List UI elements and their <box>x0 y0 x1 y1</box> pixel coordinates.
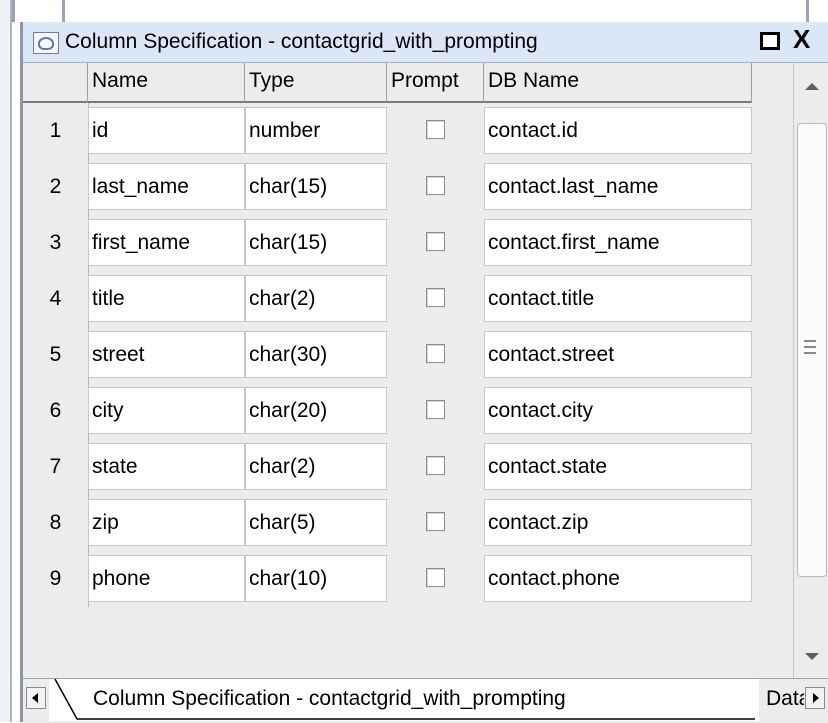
cell-name[interactable]: title <box>88 275 245 322</box>
left-splitter[interactable] <box>0 0 12 722</box>
cell-db-name[interactable]: contact.first_name <box>484 219 752 266</box>
prompt-checkbox[interactable] <box>426 288 445 307</box>
row-number: 3 <box>23 215 89 271</box>
cell-prompt[interactable] <box>387 331 484 378</box>
cell-prompt[interactable] <box>387 275 484 322</box>
vertical-scrollbar[interactable] <box>793 63 828 678</box>
maximize-button[interactable] <box>760 32 780 50</box>
cell-name[interactable]: zip <box>88 499 245 546</box>
column-grid: Name Type Prompt DB Name 1 id number contac… <box>23 63 793 678</box>
tab-column-specification[interactable]: Column Specification - contactgrid_with_… <box>49 679 759 721</box>
cell-db-name[interactable]: contact.title <box>484 275 752 322</box>
cell-db-name[interactable]: contact.zip <box>484 499 752 546</box>
cell-name[interactable]: street <box>88 331 245 378</box>
cell-prompt[interactable] <box>387 387 484 434</box>
cell-name[interactable]: phone <box>88 555 245 602</box>
cell-prompt[interactable] <box>387 163 484 210</box>
row-number: 5 <box>23 327 89 383</box>
cell-type[interactable]: char(2) <box>245 443 387 490</box>
row-number: 8 <box>23 495 89 551</box>
cell-type[interactable]: char(10) <box>245 555 387 602</box>
scroll-grip-icon <box>804 340 816 354</box>
cell-db-name[interactable]: contact.last_name <box>484 163 752 210</box>
close-button[interactable]: X <box>793 24 810 55</box>
window-titlebar[interactable]: Column Specification - contactgrid_with_… <box>23 22 828 63</box>
row-number: 9 <box>23 551 89 607</box>
column-header-db-name[interactable]: DB Name <box>484 63 752 103</box>
cell-db-name[interactable]: contact.state <box>484 443 752 490</box>
cell-name[interactable]: city <box>88 387 245 434</box>
tab-data[interactable]: Data <box>758 679 804 721</box>
cell-prompt[interactable] <box>387 107 484 154</box>
cell-prompt[interactable] <box>387 219 484 266</box>
cell-name[interactable]: first_name <box>88 219 245 266</box>
cell-type[interactable]: char(15) <box>245 219 387 266</box>
cell-db-name[interactable]: contact.phone <box>484 555 752 602</box>
tab-scroll-left-icon[interactable] <box>26 687 46 709</box>
prompt-checkbox[interactable] <box>426 400 445 419</box>
prompt-checkbox[interactable] <box>426 456 445 475</box>
window-title: Column Specification - contactgrid_with_… <box>65 30 538 53</box>
prompt-checkbox[interactable] <box>426 568 445 587</box>
cell-type[interactable]: number <box>245 107 387 154</box>
scroll-up-icon[interactable] <box>805 83 819 90</box>
prompt-checkbox[interactable] <box>426 512 445 531</box>
prompt-checkbox[interactable] <box>426 232 445 251</box>
top-strip-divider <box>806 0 809 22</box>
cell-type[interactable]: char(30) <box>245 331 387 378</box>
cell-db-name[interactable]: contact.city <box>484 387 752 434</box>
row-number: 2 <box>23 159 89 215</box>
tab-data-label: Data <box>766 687 804 710</box>
column-specification-window: Column Specification - contactgrid_with_… <box>20 22 828 723</box>
cell-name[interactable]: last_name <box>88 163 245 210</box>
cell-db-name[interactable]: contact.id <box>484 107 752 154</box>
cell-type[interactable]: char(20) <box>245 387 387 434</box>
cell-prompt[interactable] <box>387 443 484 490</box>
cell-prompt[interactable] <box>387 555 484 602</box>
row-number: 6 <box>23 383 89 439</box>
cell-name[interactable]: id <box>88 107 245 154</box>
column-header-name[interactable]: Name <box>88 63 245 103</box>
column-header-prompt[interactable]: Prompt <box>387 63 484 103</box>
cell-db-name[interactable]: contact.street <box>484 331 752 378</box>
cell-prompt[interactable] <box>387 499 484 546</box>
tab-bar: Column Specification - contactgrid_with_… <box>23 678 828 723</box>
top-strip <box>0 0 828 22</box>
scroll-down-icon[interactable] <box>805 653 819 660</box>
prompt-checkbox[interactable] <box>426 120 445 139</box>
cell-name[interactable]: state <box>88 443 245 490</box>
row-number: 7 <box>23 439 89 495</box>
cell-type[interactable]: char(15) <box>245 163 387 210</box>
row-number: 4 <box>23 271 89 327</box>
row-header-corner <box>23 63 88 103</box>
cell-type[interactable]: char(2) <box>245 275 387 322</box>
top-strip-divider <box>62 0 65 22</box>
prompt-checkbox[interactable] <box>426 176 445 195</box>
row-number: 1 <box>23 103 89 159</box>
window-app-icon <box>33 32 59 54</box>
tab-scroll-right-icon[interactable] <box>805 687 825 709</box>
cell-type[interactable]: char(5) <box>245 499 387 546</box>
top-strip-divider <box>12 0 15 22</box>
tab-column-specification-label: Column Specification - contactgrid_with_… <box>93 687 566 710</box>
prompt-checkbox[interactable] <box>426 344 445 363</box>
column-header-type[interactable]: Type <box>245 63 387 103</box>
